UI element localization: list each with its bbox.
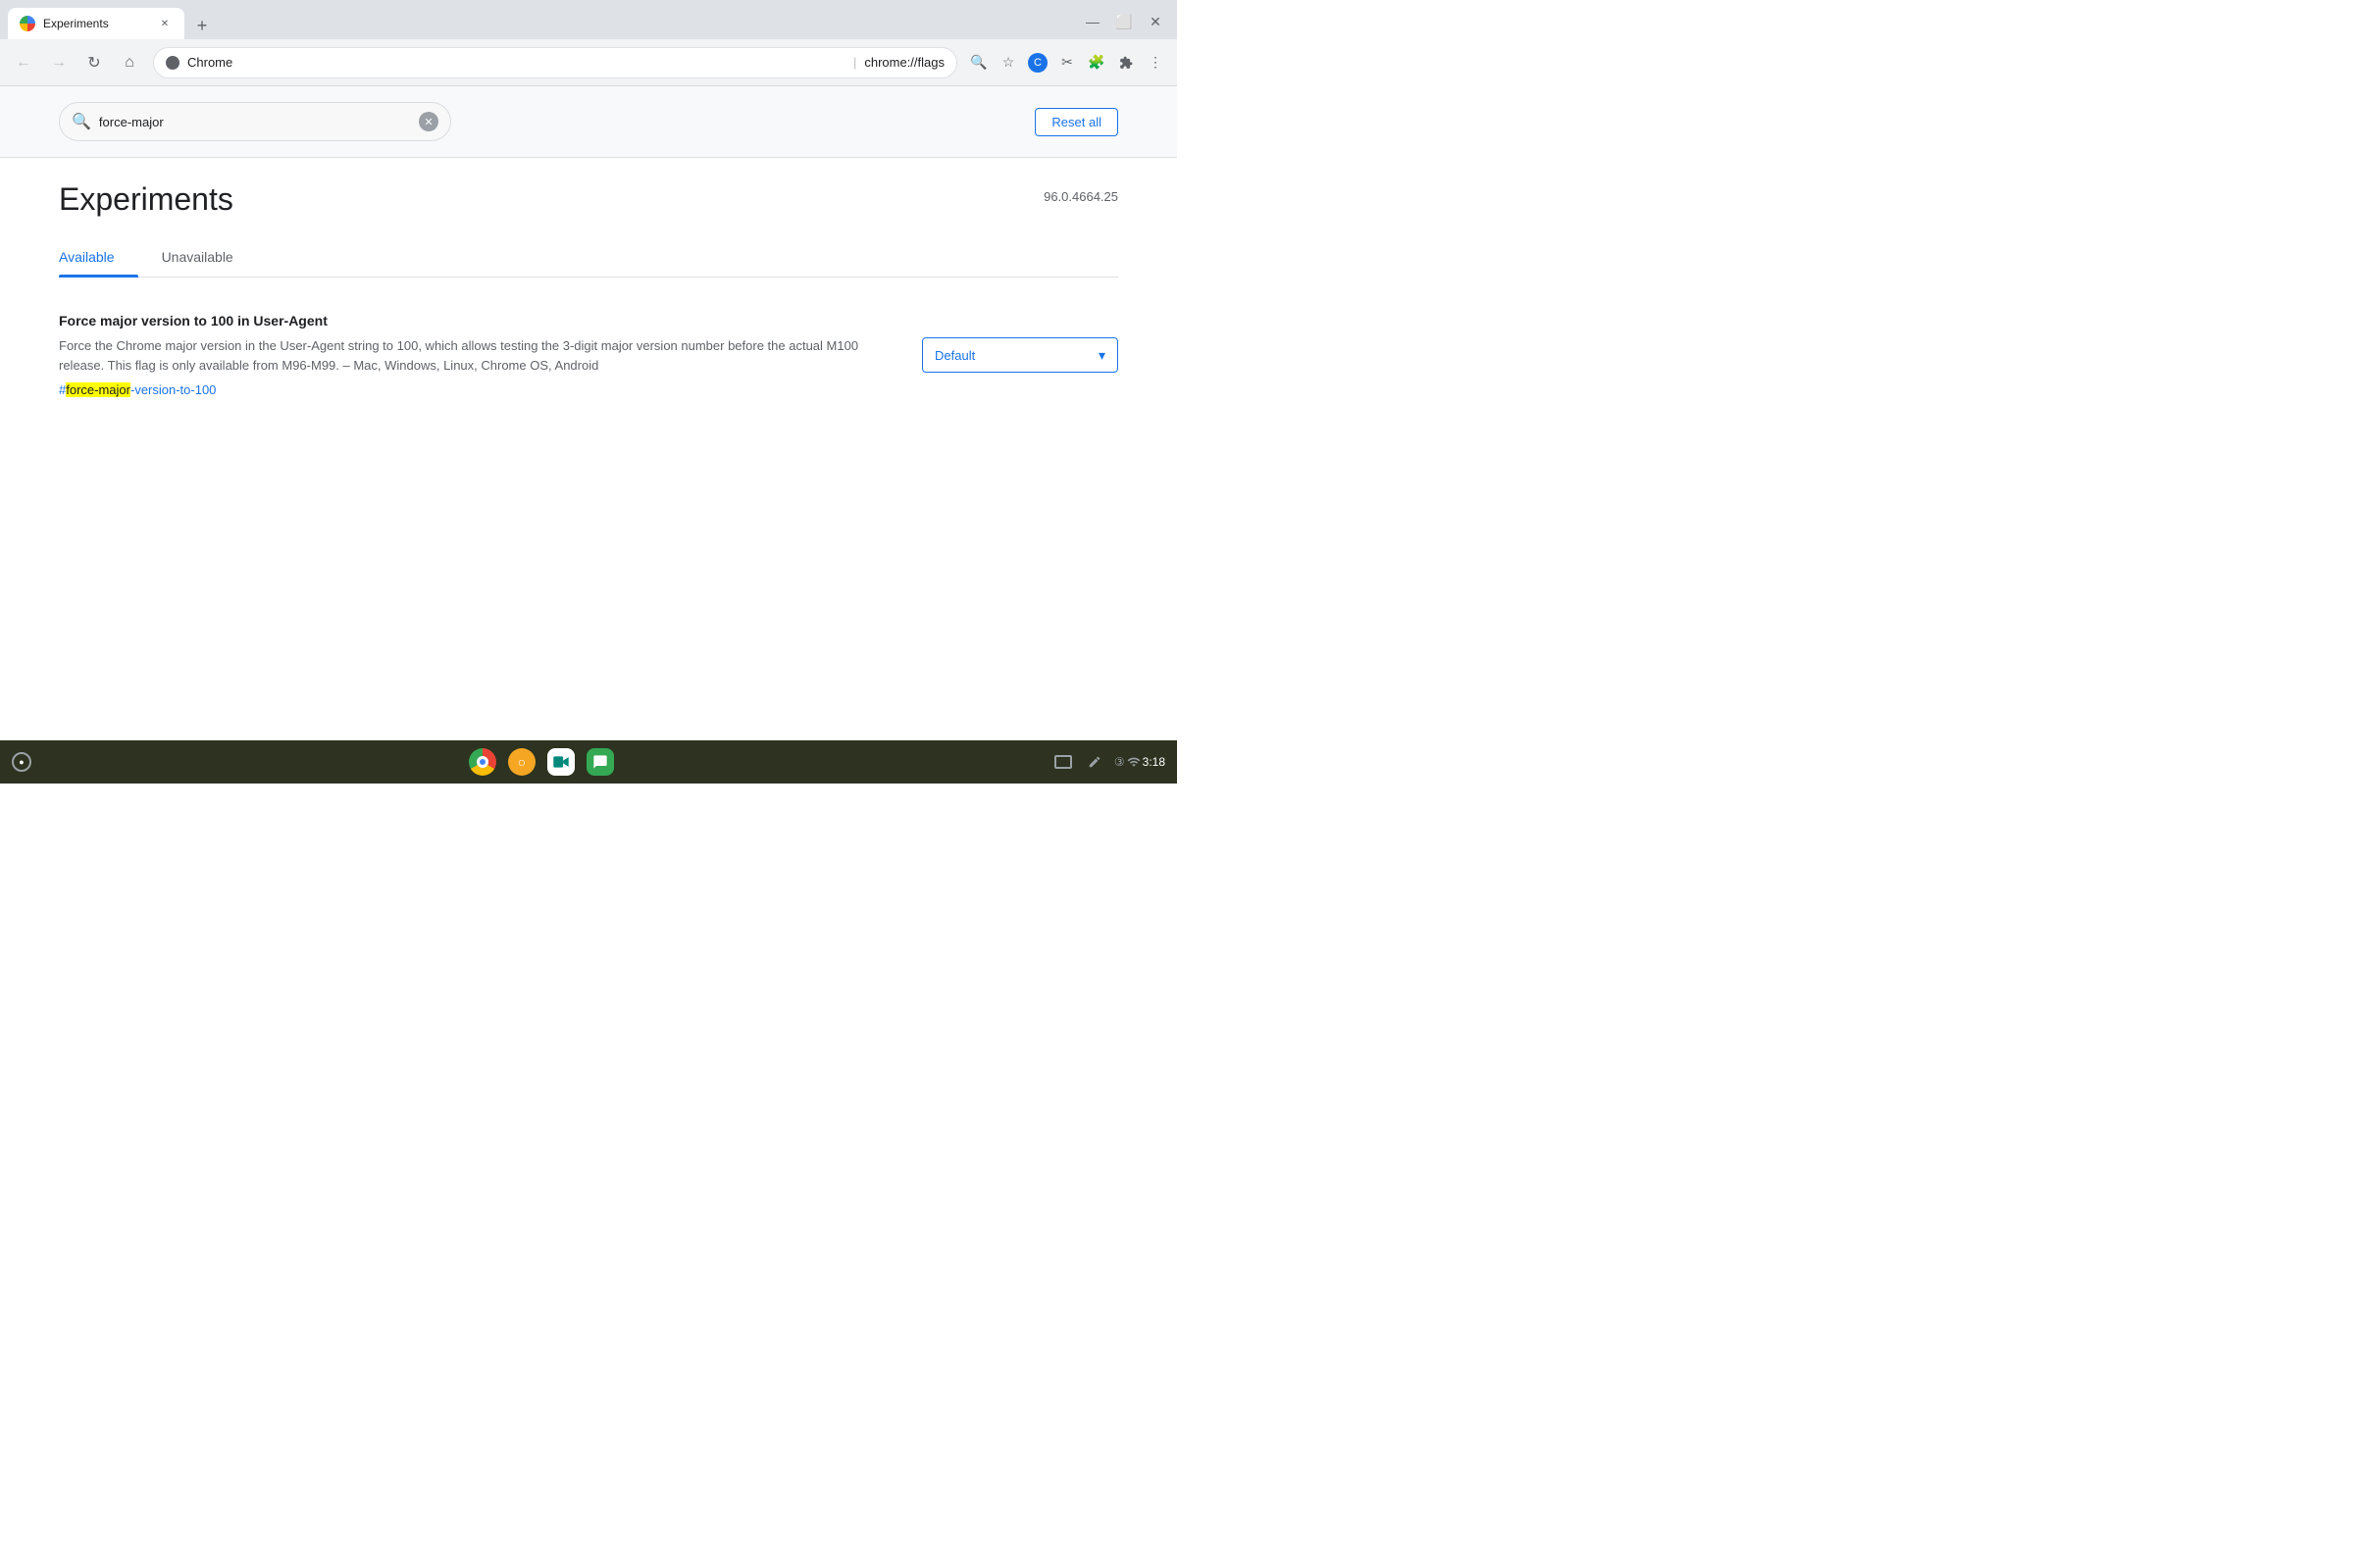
search-box[interactable]: 🔍 force-major ✕ [59, 102, 451, 141]
address-separator: | [853, 55, 856, 70]
page-title: Experiments [59, 181, 233, 218]
scissors-icon[interactable]: ✂ [1053, 49, 1081, 76]
toolbar-icons: 🔍 ☆ C ✂ 🧩 ⋮ [965, 49, 1169, 76]
maximize-button[interactable]: ⬜ [1110, 8, 1138, 35]
flag-link-suffix: -version-to-100 [130, 382, 216, 397]
tab-unavailable[interactable]: Unavailable [138, 237, 257, 277]
flag-dropdown-arrow-icon: ▾ [1099, 347, 1105, 364]
address-favicon-icon [166, 56, 179, 70]
tab-title: Experiments [43, 17, 149, 30]
reset-all-button[interactable]: Reset all [1035, 108, 1118, 136]
flags-search-area: 🔍 force-major ✕ Reset all [0, 86, 1177, 158]
tabs-row: Available Unavailable [59, 237, 1118, 278]
new-tab-button[interactable]: + [188, 12, 216, 39]
flag-item: Force major version to 100 in User-Agent… [59, 301, 1118, 409]
address-bar[interactable]: Chrome | chrome://flags [153, 47, 957, 78]
taskbar-messages-icon[interactable] [585, 746, 616, 778]
toolbar: ← → ↻ ⌂ Chrome | chrome://flags 🔍 ☆ C ✂ … [0, 39, 1177, 86]
taskbar-orbit-icon[interactable]: ○ [506, 746, 537, 778]
search-icon: 🔍 [72, 112, 91, 131]
tab-favicon-icon [20, 16, 35, 31]
taskbar-screen-icon[interactable] [1051, 750, 1075, 774]
search-toolbar-icon[interactable]: 🔍 [965, 49, 993, 76]
taskbar-pen-icon[interactable] [1083, 750, 1106, 774]
home-button[interactable]: ⌂ [114, 47, 145, 78]
taskbar-left: ● [12, 752, 31, 772]
back-button[interactable]: ← [8, 47, 39, 78]
version-text: 96.0.4664.25 [1044, 189, 1118, 204]
tab-available[interactable]: Available [59, 237, 138, 277]
close-button[interactable]: ✕ [1142, 8, 1169, 35]
forward-button[interactable]: → [43, 47, 75, 78]
tab-close-button[interactable]: ✕ [157, 16, 173, 31]
page-content: 🔍 force-major ✕ Reset all Experiments 96… [0, 86, 1177, 740]
taskbar: ● ○ [0, 740, 1177, 784]
taskbar-status-group: ③ 3:18 [1114, 755, 1165, 769]
experiments-header: Experiments 96.0.4664.25 [0, 158, 1177, 218]
flag-link[interactable]: #force-major-version-to-100 [59, 382, 898, 397]
taskbar-meet-icon[interactable] [545, 746, 577, 778]
browser-frame: Experiments ✕ + — ⬜ ✕ ← → ↻ ⌂ Chrome | c… [0, 0, 1177, 784]
search-input[interactable]: force-major [99, 115, 411, 129]
taskbar-center: ○ [31, 746, 1051, 778]
wifi-icon [1127, 755, 1141, 769]
address-url[interactable]: chrome://flags [864, 55, 945, 70]
flag-dropdown[interactable]: Default ▾ [922, 337, 1118, 373]
minimize-button[interactable]: — [1079, 8, 1106, 35]
active-tab[interactable]: Experiments ✕ [8, 8, 184, 39]
flag-link-highlight: force-major [66, 382, 130, 397]
taskbar-right: ③ 3:18 [1051, 750, 1165, 774]
bookmark-icon[interactable]: ☆ [995, 49, 1022, 76]
extension-icon[interactable] [1112, 49, 1140, 76]
search-clear-button[interactable]: ✕ [419, 112, 438, 131]
taskbar-dot: ● [19, 757, 24, 767]
taskbar-time: 3:18 [1143, 755, 1165, 769]
more-menu-button[interactable]: ⋮ [1142, 49, 1169, 76]
battery-number: ③ [1114, 755, 1125, 769]
taskbar-status-icon: ● [12, 752, 31, 772]
flag-dropdown-value: Default [935, 348, 975, 363]
tabs-container: Available Unavailable [0, 218, 1177, 278]
puzzle-icon[interactable]: 🧩 [1083, 49, 1110, 76]
window-controls: — ⬜ ✕ [1079, 8, 1169, 39]
reload-button[interactable]: ↻ [78, 47, 110, 78]
flag-description: Force the Chrome major version in the Us… [59, 336, 898, 375]
taskbar-chrome-icon[interactable] [467, 746, 498, 778]
profile-icon[interactable]: C [1024, 49, 1051, 76]
browser-name-label: Chrome [187, 55, 845, 70]
title-bar: Experiments ✕ + — ⬜ ✕ [0, 0, 1177, 39]
flags-section: Force major version to 100 in User-Agent… [0, 278, 1177, 432]
flag-title: Force major version to 100 in User-Agent [59, 313, 898, 329]
flag-content: Force major version to 100 in User-Agent… [59, 313, 898, 397]
